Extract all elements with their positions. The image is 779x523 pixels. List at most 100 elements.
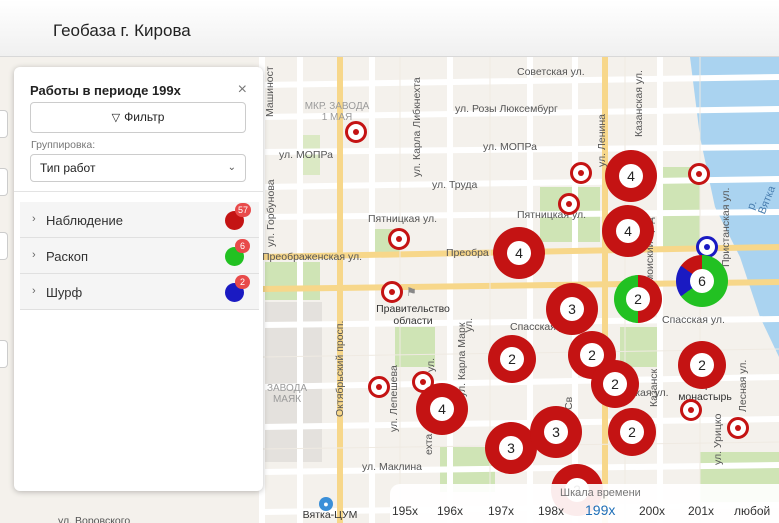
timeline-title: Шкала времени <box>560 487 641 499</box>
cluster-count: 6 <box>690 269 714 293</box>
timeline-item[interactable]: 201x <box>688 504 714 518</box>
map-cluster[interactable]: 4 <box>605 150 657 202</box>
street-label: ул. Урицко <box>712 413 724 465</box>
street-label: Преображенская ул. <box>262 251 363 263</box>
chevron-right-icon: › <box>32 249 36 261</box>
map-marker[interactable] <box>558 193 580 215</box>
map-cluster-mixed[interactable]: 6 <box>676 255 728 307</box>
shop-icon: ● <box>319 497 333 511</box>
map-cluster[interactable]: 2 <box>488 335 536 383</box>
map-control[interactable] <box>0 232 8 260</box>
cluster-count: 4 <box>507 241 531 265</box>
map-marker[interactable] <box>368 376 390 398</box>
timeline-items: 195x 196x 197x 198x 199x 200x 201x любой <box>390 502 779 522</box>
cluster-count: 2 <box>690 353 714 377</box>
cluster-count: 3 <box>560 297 584 321</box>
chevron-down-icon: ⌄ <box>227 162 236 173</box>
street-label: Машиност <box>264 66 276 117</box>
cluster-count: 2 <box>620 420 644 444</box>
panel-title: Работы в периоде 199x <box>30 83 181 98</box>
work-type-label: Наблюдение <box>46 213 124 228</box>
timeline-item[interactable]: любой <box>734 504 770 518</box>
close-icon[interactable]: × <box>238 81 247 99</box>
count-badge: 57 <box>235 203 252 217</box>
cluster-count: 3 <box>544 420 568 444</box>
cluster-count: 4 <box>619 164 643 188</box>
map-control[interactable] <box>0 110 8 138</box>
cluster-count: 2 <box>603 372 627 396</box>
street-label: ул. МОПРа <box>279 149 333 161</box>
map-control[interactable] <box>0 340 8 368</box>
map-cluster[interactable]: 2 <box>591 360 639 408</box>
street-label: ул. МОПРа <box>483 141 537 153</box>
timeline-item[interactable]: 196x <box>437 504 463 518</box>
street-label: ул. Маклина <box>362 461 423 473</box>
map-cluster[interactable]: 4 <box>493 227 545 279</box>
poi-label: Вятка-ЦУМ <box>302 509 358 521</box>
map-cluster[interactable]: 3 <box>530 406 582 458</box>
district-label: ЗАВОДА МАЯК <box>266 383 308 405</box>
street-label: ул. Горбунова <box>265 179 277 247</box>
map-cluster[interactable]: 3 <box>546 283 598 335</box>
map-marker[interactable] <box>381 281 403 303</box>
map-marker[interactable] <box>345 121 367 143</box>
chevron-right-icon: › <box>32 213 36 225</box>
work-type-label: Шурф <box>46 285 83 300</box>
district-label: МКР. ЗАВОДА 1 МАЯ <box>304 101 370 123</box>
map-control[interactable] <box>0 168 8 196</box>
street-label: ул. <box>463 317 475 332</box>
map-cluster-mixed[interactable]: 2 <box>614 275 662 323</box>
count-badge: 6 <box>235 239 250 253</box>
timeline-item-active[interactable]: 199x <box>585 502 615 518</box>
cluster-count: 2 <box>626 287 650 311</box>
map-cluster[interactable]: 4 <box>602 205 654 257</box>
map-marker[interactable] <box>388 228 410 250</box>
app-title: Геобаза г. Кирова <box>53 21 191 40</box>
cluster-count: 4 <box>616 219 640 243</box>
street-label: Пристанская ул. <box>720 187 732 267</box>
map-cluster[interactable]: 4 <box>416 383 468 435</box>
street-label: Спасская ул. <box>662 314 725 326</box>
work-type-list: › Наблюдение 57 › Раскоп 6 › Шурф 2 <box>20 202 259 310</box>
timeline-item[interactable]: 195x <box>392 504 418 518</box>
filter-label: Фильтр <box>124 110 165 124</box>
filter-button[interactable]: ▽ Фильтр <box>30 102 246 133</box>
count-badge: 2 <box>235 275 250 289</box>
app-header: Геобаза г. Кирова <box>0 0 779 57</box>
timeline-item[interactable]: 197x <box>488 504 514 518</box>
timeline-item[interactable]: 200x <box>639 504 665 518</box>
street-label: ул. Карла Марк <box>456 322 468 397</box>
timeline-bar: Шкала времени 195x 196x 197x 198x 199x 2… <box>390 484 779 523</box>
divider <box>14 191 263 192</box>
cluster-count: 2 <box>500 347 524 371</box>
street-label: Советская ул. <box>517 66 585 78</box>
work-type-row[interactable]: › Наблюдение 57 <box>20 202 259 238</box>
map-cluster[interactable]: 2 <box>608 408 656 456</box>
grouping-value: Тип работ <box>40 161 96 175</box>
street-label: Октябрьский просп. <box>334 320 346 417</box>
map-marker[interactable] <box>688 163 710 185</box>
street-label: ул. Труда <box>432 179 478 191</box>
street-label: Преобра <box>446 247 489 259</box>
street-label: ул. Розы Люксембург <box>455 103 558 115</box>
cluster-count: 3 <box>499 436 523 460</box>
app-root: Геобаза г. Кирова Советская ул. ул. Розы… <box>0 0 779 523</box>
work-type-label: Раскоп <box>46 249 89 264</box>
grouping-select[interactable]: Тип работ ⌄ <box>30 154 246 182</box>
street-label: ул. Воровского <box>58 515 131 523</box>
street-label: ул. Карла Либкнехта <box>411 77 423 177</box>
grouping-label: Группировка: <box>31 139 96 151</box>
street-label: ул. Лепешева <box>388 365 400 432</box>
map-cluster[interactable]: 2 <box>678 341 726 389</box>
map-marker[interactable] <box>570 162 592 184</box>
street-label: ехта <box>423 433 435 455</box>
poi-label: Правительство области <box>376 303 450 327</box>
chevron-right-icon: › <box>32 285 36 297</box>
filter-icon: ▽ <box>111 112 121 124</box>
work-type-row[interactable]: › Шурф 2 <box>20 274 259 310</box>
works-panel: Работы в периоде 199x × ▽ Фильтр Группиро… <box>14 67 263 491</box>
timeline-item[interactable]: 198x <box>538 504 564 518</box>
work-type-row[interactable]: › Раскоп 6 <box>20 238 259 274</box>
map-marker[interactable] <box>727 417 749 439</box>
map-marker[interactable] <box>680 399 702 421</box>
